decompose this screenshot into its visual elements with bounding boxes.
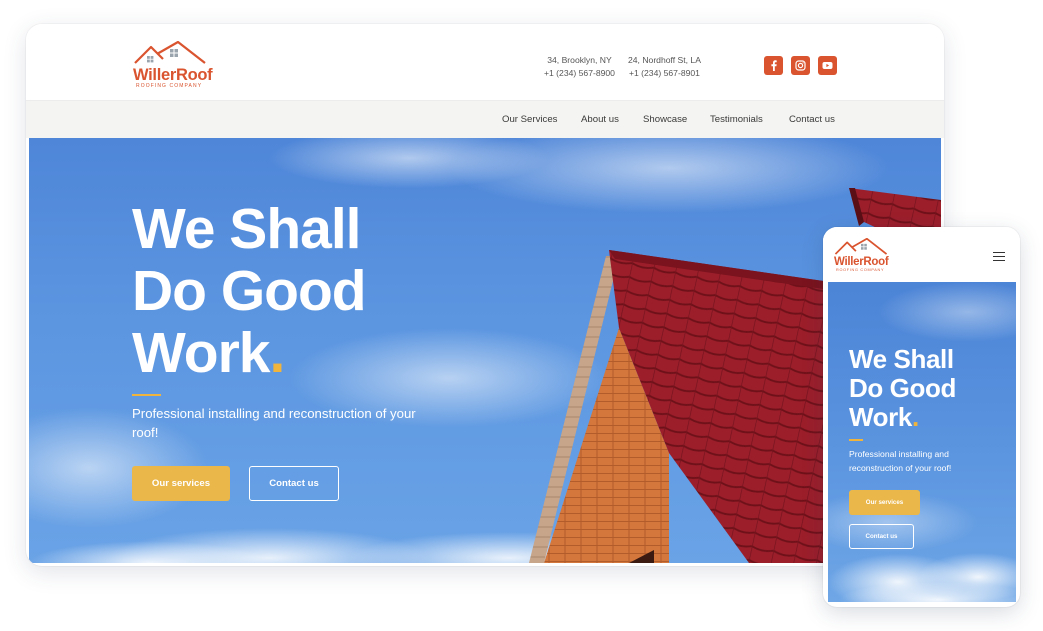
hero-section: We Shall Do Good Work. Professional inst… (29, 138, 941, 563)
mobile-hero-title: We Shall Do Good Work. (849, 345, 956, 432)
desktop-mockup: WillerRoof ROOFING COMPANY 34, Brooklyn,… (26, 24, 944, 566)
roof-logo-icon (134, 41, 206, 64)
instagram-link[interactable] (791, 56, 810, 75)
hero-title-line: Do Good (132, 259, 367, 323)
hero-title-line: We Shall (849, 344, 954, 374)
main-navigation: Our Services About us Showcase Testimoni… (26, 100, 944, 138)
hero-title-line: Work (132, 321, 270, 385)
nav-contact-us[interactable]: Contact us (789, 114, 835, 125)
mobile-hero-section: We Shall Do Good Work. Professional inst… (828, 282, 1016, 602)
location-la: 24, Nordhoff St, LA +1 (234) 567-8901 (628, 54, 701, 80)
mobile-hero-subtitle: Professional installing and reconstructi… (849, 449, 952, 473)
location-address: 24, Nordhoff St, LA (628, 55, 701, 65)
instagram-icon (795, 60, 806, 71)
sky-clouds-background (828, 282, 1016, 602)
mobile-our-services-button[interactable]: Our services (849, 490, 920, 515)
roof-logo-icon (834, 238, 888, 255)
facebook-link[interactable] (764, 56, 783, 75)
mobile-contact-us-button[interactable]: Contact us (849, 524, 914, 549)
hero-subtitle: Professional installing and reconstructi… (132, 406, 416, 440)
mobile-site-logo[interactable]: WillerRoof ROOFING COMPANY (834, 238, 890, 272)
hero-title: We Shall Do Good Work. (132, 197, 367, 385)
hero-title-dot: . (911, 402, 919, 432)
nav-testimonials[interactable]: Testimonials (710, 114, 763, 125)
brand-tagline: ROOFING COMPANY (836, 268, 885, 272)
mobile-mockup: WillerRoof ROOFING COMPANY We Shall Do G… (823, 227, 1020, 607)
brand-tagline: ROOFING COMPANY (136, 83, 203, 89)
location-phone[interactable]: +1 (234) 567-8900 (544, 67, 615, 80)
youtube-link[interactable] (818, 56, 837, 75)
site-logo[interactable]: WillerRoof ROOFING COMPANY (133, 41, 213, 89)
location-address: 34, Brooklyn, NY (547, 55, 612, 65)
hero-title-dot: . (269, 321, 285, 385)
location-phone[interactable]: +1 (234) 567-8901 (628, 67, 701, 80)
facebook-icon (771, 60, 777, 71)
our-services-button[interactable]: Our services (132, 466, 230, 501)
location-brooklyn: 34, Brooklyn, NY +1 (234) 567-8900 (544, 54, 615, 80)
site-header: WillerRoof ROOFING COMPANY 34, Brooklyn,… (26, 24, 944, 100)
hero-title-line: We Shall (132, 197, 362, 261)
hero-title-line: Work (849, 402, 912, 432)
mobile-header: WillerRoof ROOFING COMPANY (823, 227, 1020, 282)
hero-divider (132, 394, 161, 396)
hero-divider (849, 439, 863, 441)
brand-name: WillerRoof (834, 256, 889, 268)
hamburger-menu-icon[interactable] (993, 252, 1005, 261)
hero-title-line: Do Good (849, 373, 956, 403)
contact-us-button[interactable]: Contact us (249, 466, 339, 501)
nav-showcase[interactable]: Showcase (643, 114, 687, 125)
youtube-icon (822, 62, 833, 69)
nav-about-us[interactable]: About us (581, 114, 619, 125)
nav-our-services[interactable]: Our Services (502, 114, 557, 125)
